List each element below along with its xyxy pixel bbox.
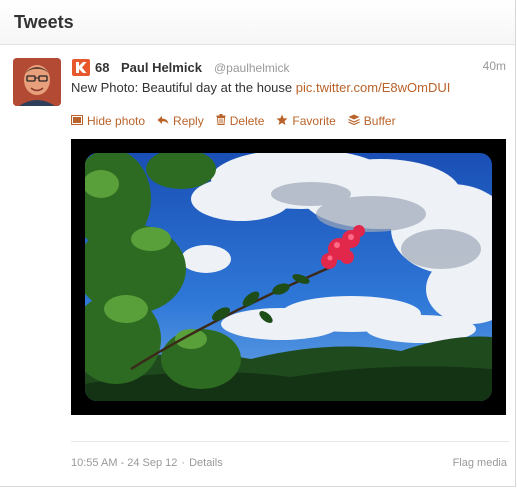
author-name[interactable]: Paul Helmick [121,60,202,75]
details-link[interactable]: Details [189,457,223,469]
trash-icon [216,114,226,128]
favorite-label: Favorite [292,114,336,128]
tweet-text: New Photo: Beautiful day at the house pi… [71,80,450,95]
klout-icon [72,59,90,76]
tweet-photo-link[interactable]: pic.twitter.com/E8wOmDUI [296,80,451,95]
reply-button[interactable]: Reply [157,114,204,128]
tweet-body: New Photo: Beautiful day at the house [71,80,296,95]
panel-header: Tweets [0,0,515,45]
tweet-datetime: 10:55 AM - 24 Sep 12 [71,457,178,469]
tweet-actions: Hide photo Reply Delete Favorite Buffer [71,113,408,129]
tweet-time[interactable]: 40m [483,59,506,73]
author-handle[interactable]: @paulhelmick [214,61,290,75]
buffer-label: Buffer [363,114,396,128]
reply-icon [157,114,169,128]
tweet-details-panel: Tweets 68 Paul Helmick @paulhelmick 40m … [0,0,516,487]
panel-title: Tweets [14,12,74,32]
buffer-icon [348,114,360,128]
buffer-button[interactable]: Buffer [348,114,396,128]
flag-media-link[interactable]: Flag media [453,457,507,469]
delete-button[interactable]: Delete [216,114,265,128]
hide-photo-label: Hide photo [87,114,146,128]
klout-score: 68 [95,60,110,75]
meta-separator: · [181,457,186,469]
delete-label: Delete [229,114,265,128]
avatar[interactable] [13,58,61,106]
reply-label: Reply [173,114,204,128]
hide-photo-button[interactable]: Hide photo [71,114,145,128]
photo-icon [71,114,83,128]
star-icon [276,114,288,129]
tweet-meta: 10:55 AM - 24 Sep 12 · Details [71,457,223,469]
footer-divider [71,441,509,442]
favorite-button[interactable]: Favorite [276,114,336,129]
tweet-photo[interactable] [71,139,506,415]
